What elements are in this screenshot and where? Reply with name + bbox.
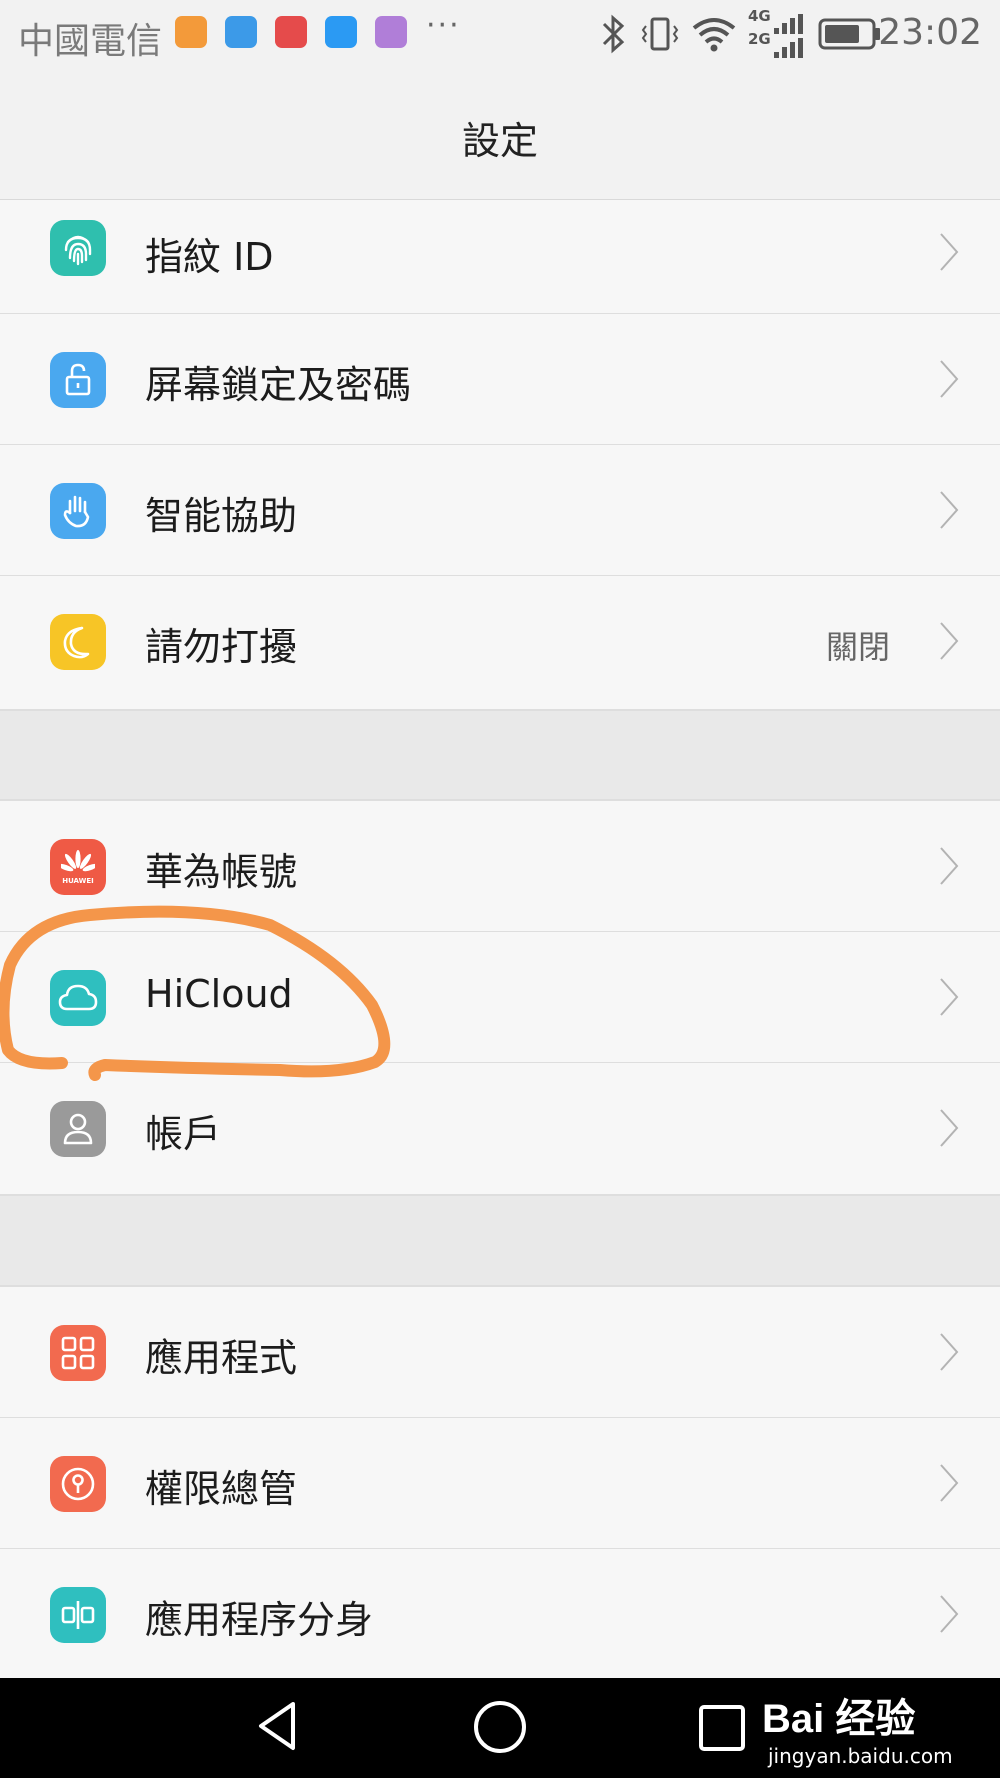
chevron-right-icon — [940, 1464, 959, 1502]
divider — [0, 709, 1000, 711]
chevron-right-icon — [940, 491, 959, 529]
permission-icon — [50, 1456, 106, 1512]
navigation-bar: Bai 经验 jingyan.baidu.com — [0, 1678, 1000, 1778]
chevron-right-icon — [940, 978, 959, 1016]
money-locker-icon — [275, 16, 307, 48]
huawei-logo-icon: HUAWEI — [50, 839, 106, 895]
gallery-icon — [375, 16, 407, 48]
settings-item-smart-assistance[interactable]: 智能協助 — [0, 445, 1000, 576]
battery-icon — [818, 18, 880, 50]
settings-item-app-twin[interactable]: 應用程序分身 — [0, 1549, 1000, 1678]
settings-item-label: 帳戶 — [145, 1112, 222, 1156]
carrier-name: 中國電信 — [18, 21, 163, 62]
clean-app-icon — [225, 16, 257, 48]
watermark-url: jingyan.baidu.com — [768, 1744, 953, 1768]
settings-item-huawei-account[interactable]: HUAWEI 華為帳號 — [0, 801, 1000, 932]
home-button[interactable] — [473, 1700, 527, 1754]
baidu-jingyan-watermark: Bai 经验 jingyan.baidu.com — [762, 1686, 953, 1768]
do-not-disturb-status: 關閉 — [825, 628, 890, 666]
settings-item-fingerprint-id[interactable]: 指紋 ID — [0, 200, 1000, 314]
bluetooth-icon — [602, 14, 625, 54]
cloud-icon — [50, 970, 106, 1026]
settings-item-screen-lock-password[interactable]: 屏幕鎖定及密碼 — [0, 314, 1000, 445]
vibrate-icon — [641, 17, 679, 51]
uc-browser-icon — [175, 16, 207, 48]
page-title: 設定 — [461, 119, 538, 163]
settings-group-accounts: HUAWEI 華為帳號 HiCloud 帳戶 — [0, 801, 1000, 1194]
settings-item-hicloud[interactable]: HiCloud — [0, 932, 1000, 1063]
chevron-right-icon — [940, 847, 959, 885]
clock: 23:02 — [878, 12, 982, 53]
chevron-right-icon — [940, 360, 959, 398]
settings-item-do-not-disturb[interactable]: 請勿打擾 關閉 — [0, 576, 1000, 707]
divider — [0, 1194, 1000, 1196]
settings-item-accounts[interactable]: 帳戶 — [0, 1063, 1000, 1194]
huawei-logo-text: HUAWEI — [62, 876, 94, 885]
settings-item-apps[interactable]: 應用程式 — [0, 1287, 1000, 1418]
settings-item-label: 應用程序分身 — [145, 1598, 374, 1642]
settings-item-label: HiCloud — [145, 972, 293, 1016]
user-icon — [50, 1101, 106, 1157]
section-separator — [0, 709, 1000, 799]
chevron-right-icon — [940, 1109, 959, 1147]
settings-item-label: 華為帳號 — [145, 850, 298, 894]
back-button[interactable] — [255, 1700, 299, 1752]
chevron-right-icon — [940, 1595, 959, 1633]
watermark-brand: Bai 经验 — [762, 1697, 916, 1741]
app-twin-icon — [50, 1587, 106, 1643]
settings-item-label: 權限總管 — [145, 1467, 298, 1511]
chevron-right-icon — [940, 233, 959, 271]
title-bar: 設定 — [0, 72, 1000, 201]
settings-group-security: 指紋 ID 屏幕鎖定及密碼 智能協助 請勿打擾 關閉 — [0, 200, 1000, 707]
settings-item-permission-manager[interactable]: 權限總管 — [0, 1418, 1000, 1549]
lock-icon — [50, 352, 106, 408]
more-notifications-icon: ··· — [426, 8, 461, 43]
apps-grid-icon — [50, 1325, 106, 1381]
wifi-icon — [692, 18, 736, 52]
settings-item-label: 智能協助 — [145, 494, 298, 538]
settings-item-label: 指紋 ID — [145, 235, 274, 279]
settings-item-label: 請勿打擾 — [145, 625, 298, 669]
messages-icon — [325, 16, 357, 48]
fingerprint-icon — [50, 220, 106, 276]
settings-group-apps: 應用程式 權限總管 應用程序分身 — [0, 1287, 1000, 1678]
moon-icon — [50, 614, 106, 670]
chevron-right-icon — [940, 1333, 959, 1371]
hand-icon — [50, 483, 106, 539]
settings-item-label: 屏幕鎖定及密碼 — [145, 363, 412, 407]
signal-icon: 4G 2G — [748, 8, 804, 58]
section-separator — [0, 1194, 1000, 1285]
chevron-right-icon — [940, 622, 959, 660]
status-bar: 中國電信 ··· 4G 2G 23:02 — [0, 0, 1000, 72]
settings-item-label: 應用程式 — [145, 1336, 298, 1380]
recent-apps-button[interactable] — [698, 1704, 746, 1752]
